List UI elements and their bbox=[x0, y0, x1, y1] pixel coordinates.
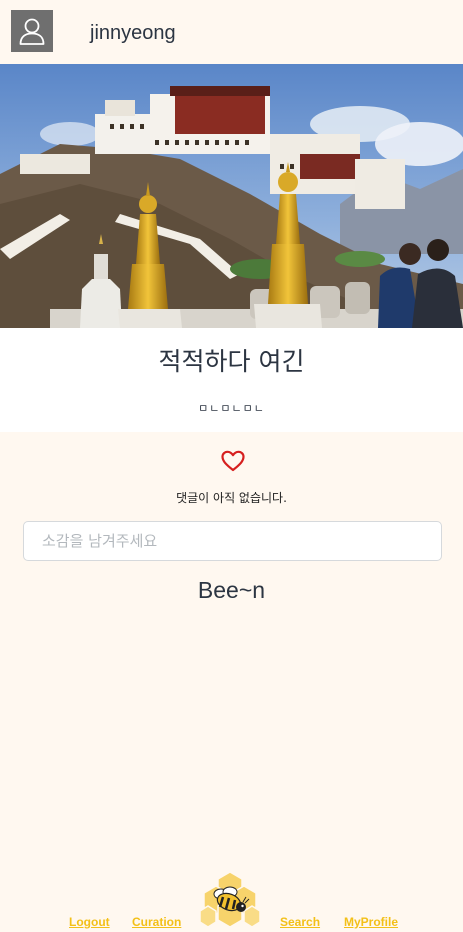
username[interactable]: jinnyeong bbox=[90, 22, 176, 45]
heart-icon bbox=[221, 450, 245, 472]
post-image bbox=[0, 64, 463, 328]
app-header: jinnyeong bbox=[0, 0, 463, 64]
user-icon bbox=[19, 18, 45, 45]
empty-comments-text: 댓글이 아직 없습니다. bbox=[176, 491, 287, 505]
bee-icon bbox=[199, 871, 261, 928]
avatar[interactable] bbox=[11, 10, 53, 52]
post-body: ㅁㄴㅁㄴㅁㄴ bbox=[198, 402, 265, 415]
nav-curation[interactable]: Curation bbox=[132, 915, 181, 929]
comment-input[interactable] bbox=[23, 521, 442, 561]
nav-logout[interactable]: Logout bbox=[69, 915, 110, 929]
like-button[interactable] bbox=[220, 448, 246, 474]
brand-name: Bee~n bbox=[197, 577, 266, 603]
post-title: 적적하다 여긴 bbox=[158, 347, 305, 376]
nav-search[interactable]: Search bbox=[280, 915, 320, 929]
palace-photo bbox=[0, 64, 463, 328]
post-card: 적적하다 여긴 ㅁㄴㅁㄴㅁㄴ bbox=[0, 328, 463, 432]
home-logo[interactable] bbox=[199, 870, 261, 928]
nav-myprofile[interactable]: MyProfile bbox=[344, 915, 398, 929]
